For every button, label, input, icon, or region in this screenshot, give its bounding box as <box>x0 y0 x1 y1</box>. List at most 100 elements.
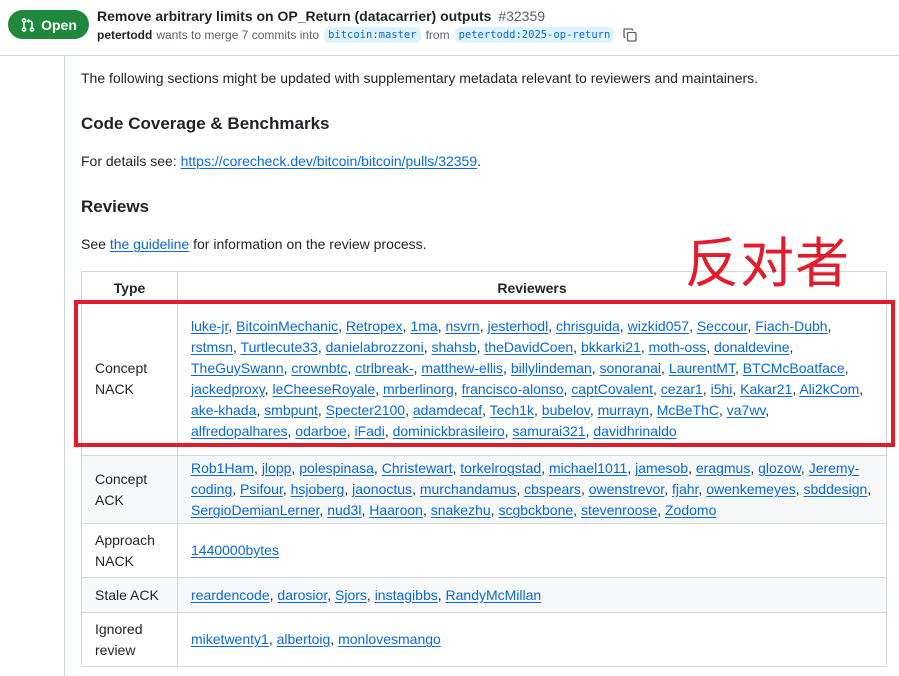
reviewer-link[interactable]: Haaroon <box>369 502 423 518</box>
reviewer-link[interactable]: matthew-ellis <box>421 360 503 376</box>
reviewer-link[interactable]: billylindeman <box>511 360 592 376</box>
reviewer-link[interactable]: BTCMcBoatface <box>743 360 845 376</box>
reviewer-link[interactable]: reardencode <box>191 587 270 603</box>
reviewer-link[interactable]: Christewart <box>382 460 453 476</box>
reviewer-link[interactable]: LaurentMT <box>669 360 735 376</box>
reviewer-link[interactable]: jesterhodl <box>487 318 548 334</box>
reviewer-link[interactable]: polespinasa <box>299 460 374 476</box>
reviewer-link[interactable]: Specter2100 <box>326 402 405 418</box>
reviewer-link[interactable]: Fiach-Dubh <box>755 318 827 334</box>
reviewer-link[interactable]: va7wv <box>727 402 766 418</box>
reviewer-link[interactable]: smbpunt <box>264 402 318 418</box>
reviewer-link[interactable]: hsjoberg <box>291 481 345 497</box>
reviewer-link[interactable]: ake-khada <box>191 402 256 418</box>
reviewer-link[interactable]: sonoranai <box>600 360 662 376</box>
review-type: Concept NACK <box>81 303 178 456</box>
table-row: Stale ACK reardencode, darosior, Sjors, … <box>81 577 887 613</box>
reviewer-link[interactable]: mrberlinorg <box>383 381 454 397</box>
reviewer-link[interactable]: torkelrogstad <box>460 460 541 476</box>
reviewer-link[interactable]: wizkid057 <box>628 318 689 334</box>
reviewer-link[interactable]: Tech1k <box>490 402 534 418</box>
reviewer-link[interactable]: 1440000bytes <box>191 542 279 558</box>
reviewer-link[interactable]: michael1011 <box>549 460 627 476</box>
reviewer-link[interactable]: jlopp <box>262 460 292 476</box>
reviewer-link[interactable]: adamdecaf <box>413 402 482 418</box>
reviewer-link[interactable]: Seccour <box>697 318 748 334</box>
reviewer-link[interactable]: chrisguida <box>556 318 620 334</box>
reviewer-link[interactable]: jaonoctus <box>352 481 412 497</box>
reviewer-link[interactable]: bkkarki21 <box>581 339 641 355</box>
reviewer-link[interactable]: Psifour <box>240 481 283 497</box>
reviewer-link[interactable]: owenstrevor <box>589 481 664 497</box>
reviewer-link[interactable]: fjahr <box>672 481 698 497</box>
timeline-line <box>64 56 65 676</box>
author-link[interactable]: petertodd <box>97 28 152 42</box>
copy-icon[interactable] <box>622 27 638 43</box>
reviewer-link[interactable]: 1ma <box>410 318 437 334</box>
reviewer-link[interactable]: dominickbrasileiro <box>393 423 505 439</box>
reviewer-link[interactable]: SergioDemianLerner <box>191 502 319 518</box>
reviewer-link[interactable]: jamesob <box>635 460 688 476</box>
review-type: Ignored review <box>81 612 178 667</box>
reviewer-link[interactable]: crownbtc <box>291 360 347 376</box>
reviewer-link[interactable]: donaldevine <box>714 339 790 355</box>
reviewer-link[interactable]: cbspears <box>524 481 581 497</box>
reviewer-link[interactable]: albertoig <box>277 631 331 647</box>
reviewer-link[interactable]: Rob1Ham <box>191 460 254 476</box>
reviewer-link[interactable]: scgbckbone <box>498 502 573 518</box>
reviewer-link[interactable]: danielabrozzoni <box>326 339 424 355</box>
reviewer-link[interactable]: leCheeseRoyale <box>272 381 375 397</box>
reviewer-link[interactable]: BitcoinMechanic <box>236 318 338 334</box>
reviewer-link[interactable]: darosior <box>277 587 327 603</box>
reviewer-link[interactable]: bubelov <box>542 402 590 418</box>
reviewer-link[interactable]: cezar1 <box>661 381 703 397</box>
reviewer-link[interactable]: captCovalent <box>571 381 653 397</box>
reviewer-link[interactable]: i5hi <box>711 381 733 397</box>
reviewer-link[interactable]: ctrlbreak- <box>355 360 413 376</box>
reviewer-link[interactable]: francisco-alonso <box>462 381 564 397</box>
reviewer-link[interactable]: Kakar21 <box>740 381 792 397</box>
reviewer-link[interactable]: rstmsn <box>191 339 233 355</box>
reviewer-link[interactable]: owenkemeyes <box>706 481 796 497</box>
reviewer-link[interactable]: snakezhu <box>431 502 491 518</box>
reviewer-link[interactable]: murchandamus <box>420 481 517 497</box>
reviewer-link[interactable]: murrayn <box>598 402 649 418</box>
reviewer-link[interactable]: theDavidCoen <box>484 339 573 355</box>
reviewer-link[interactable]: alfredopalhares <box>191 423 288 439</box>
reviewer-link[interactable]: monlovesmango <box>338 631 441 647</box>
pr-meta: petertodd wants to merge 7 commits into … <box>97 27 638 43</box>
reviewer-link[interactable]: stevenroose <box>581 502 657 518</box>
reviewer-link[interactable]: McBeThC <box>657 402 719 418</box>
table-row: Concept ACK Rob1Ham, jlopp, polespinasa,… <box>81 455 887 524</box>
reviewer-link[interactable]: nud3l <box>327 502 361 518</box>
reviewer-link[interactable]: instagibbs <box>375 587 438 603</box>
review-type: Stale ACK <box>81 577 178 613</box>
reviewer-link[interactable]: luke-jr <box>191 318 228 334</box>
pr-number: #32359 <box>498 8 546 24</box>
reviewer-link[interactable]: miketwenty1 <box>191 631 269 647</box>
reviewer-link[interactable]: Ali2kCom <box>799 381 859 397</box>
reviewer-link[interactable]: samurai321 <box>512 423 585 439</box>
reviewer-link[interactable]: jackedproxy <box>191 381 265 397</box>
reviewer-link[interactable]: shahsb <box>431 339 476 355</box>
reviewer-link[interactable]: iFadi <box>354 423 384 439</box>
reviewer-link[interactable]: RandyMcMillan <box>446 587 542 603</box>
reviewer-link[interactable]: Zodomo <box>665 502 716 518</box>
head-branch[interactable]: petertodd:2025-op-return <box>454 27 615 43</box>
corecheck-link[interactable]: https://corecheck.dev/bitcoin/bitcoin/pu… <box>181 153 478 169</box>
reviewer-link[interactable]: eragmus <box>696 460 750 476</box>
reviewer-link[interactable]: nsvrn <box>445 318 479 334</box>
reviewer-link[interactable]: davidhrinaldo <box>593 423 676 439</box>
reviewer-link[interactable]: TheGuySwann <box>191 360 284 376</box>
reviewer-link[interactable]: odarboe <box>295 423 346 439</box>
reviewer-link[interactable]: glozow <box>758 460 801 476</box>
guideline-link[interactable]: the guideline <box>110 236 189 252</box>
base-branch[interactable]: bitcoin:master <box>324 27 421 43</box>
intro-text: The following sections might be updated … <box>81 70 759 86</box>
table-row: Ignored review miketwenty1, albertoig, m… <box>81 612 887 667</box>
reviewer-link[interactable]: Turtlecute33 <box>241 339 318 355</box>
reviewer-link[interactable]: sbddesign <box>804 481 868 497</box>
reviewer-link[interactable]: Retropex <box>346 318 403 334</box>
reviewer-link[interactable]: moth-oss <box>649 339 707 355</box>
reviewer-link[interactable]: Sjors <box>335 587 367 603</box>
